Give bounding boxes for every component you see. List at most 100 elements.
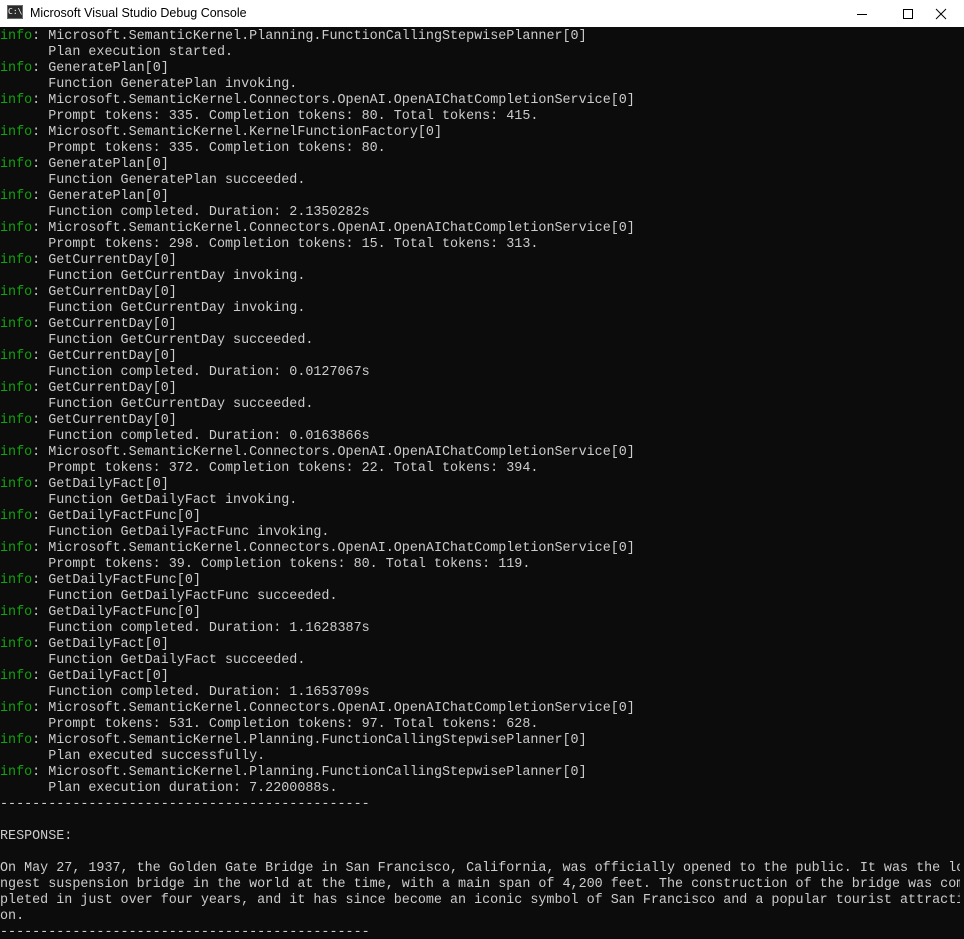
console-output[interactable]: info: Microsoft.SemanticKernel.Planning.… bbox=[0, 27, 964, 939]
log-category: : GetCurrentDay[0] bbox=[32, 253, 177, 268]
log-entry-header: info: Microsoft.SemanticKernel.Connector… bbox=[0, 221, 635, 237]
title-bar[interactable]: C:\ Microsoft Visual Studio Debug Consol… bbox=[0, 0, 964, 27]
log-category: : Microsoft.SemanticKernel.Connectors.Op… bbox=[32, 445, 635, 460]
log-entry-message: Function GetCurrentDay succeeded. bbox=[0, 333, 314, 348]
maximize-icon bbox=[903, 8, 913, 19]
log-category: : GetCurrentDay[0] bbox=[32, 285, 177, 300]
log-level-label: info bbox=[0, 413, 33, 428]
log-level-label: info bbox=[0, 61, 33, 76]
log-category: : GetDailyFactFunc[0] bbox=[32, 573, 201, 588]
log-entry-header: info: GetDailyFact[0] bbox=[0, 669, 169, 685]
log-category: : GetCurrentDay[0] bbox=[32, 317, 177, 332]
log-category: : GetDailyFact[0] bbox=[32, 477, 169, 492]
log-entry-header: info: GetCurrentDay[0] bbox=[0, 381, 177, 397]
log-entry-message: Prompt tokens: 335. Completion tokens: 8… bbox=[0, 141, 386, 156]
log-entry-message: Function completed. Duration: 0.0127067s bbox=[0, 365, 370, 380]
log-entry-message: Plan execution started. bbox=[0, 45, 234, 60]
log-level-label: info bbox=[0, 349, 33, 364]
log-entry-message: Function completed. Duration: 2.1350282s bbox=[0, 205, 370, 220]
log-level-label: info bbox=[0, 669, 33, 684]
log-level-label: info bbox=[0, 157, 33, 172]
log-level-label: info bbox=[0, 221, 33, 236]
log-level-label: info bbox=[0, 445, 33, 460]
minimize-button[interactable] bbox=[839, 0, 885, 27]
log-entry-message: Function GetCurrentDay succeeded. bbox=[0, 397, 314, 412]
log-category: : GetDailyFact[0] bbox=[32, 669, 169, 684]
log-category: : Microsoft.SemanticKernel.Connectors.Op… bbox=[32, 221, 635, 236]
log-entry-header: info: Microsoft.SemanticKernel.Connector… bbox=[0, 701, 635, 717]
console-window: C:\ Microsoft Visual Studio Debug Consol… bbox=[0, 0, 964, 939]
log-level-label: info bbox=[0, 253, 33, 268]
log-category: : GetCurrentDay[0] bbox=[32, 413, 177, 428]
log-entry-header: info: Microsoft.SemanticKernel.Planning.… bbox=[0, 733, 587, 749]
log-category: : Microsoft.SemanticKernel.Connectors.Op… bbox=[32, 701, 635, 716]
log-entry-header: info: GetDailyFact[0] bbox=[0, 637, 169, 653]
log-entry-message: Function GetDailyFactFunc succeeded. bbox=[0, 589, 338, 604]
console-app-icon[interactable]: C:\ bbox=[7, 5, 23, 19]
log-entry-header: info: GetCurrentDay[0] bbox=[0, 317, 177, 333]
log-entry-header: info: GetCurrentDay[0] bbox=[0, 285, 177, 301]
separator-line: ----------------------------------------… bbox=[0, 925, 370, 939]
log-entry-header: info: Microsoft.SemanticKernel.Connector… bbox=[0, 541, 635, 557]
scrollbar[interactable] bbox=[960, 27, 964, 939]
log-level-label: info bbox=[0, 317, 33, 332]
log-entry-message: Function GeneratePlan invoking. bbox=[0, 77, 298, 92]
log-level-label: info bbox=[0, 189, 33, 204]
log-entry-header: info: GetDailyFactFunc[0] bbox=[0, 605, 201, 621]
log-entry-message: Prompt tokens: 39. Completion tokens: 80… bbox=[0, 557, 531, 572]
log-entry-message: Function GetDailyFactFunc invoking. bbox=[0, 525, 330, 540]
log-entry-message: Prompt tokens: 372. Completion tokens: 2… bbox=[0, 461, 539, 476]
log-entry-header: info: GetCurrentDay[0] bbox=[0, 349, 177, 365]
log-entry-message: Function GeneratePlan succeeded. bbox=[0, 173, 306, 188]
log-entry-header: info: GetDailyFact[0] bbox=[0, 477, 169, 493]
log-level-label: info bbox=[0, 477, 33, 492]
log-entry-header: info: GeneratePlan[0] bbox=[0, 157, 169, 173]
log-level-label: info bbox=[0, 605, 33, 620]
log-entry-header: info: Microsoft.SemanticKernel.Connector… bbox=[0, 93, 635, 109]
log-entry-header: info: Microsoft.SemanticKernel.KernelFun… bbox=[0, 125, 442, 141]
log-entry-message: Function completed. Duration: 1.1653709s bbox=[0, 685, 370, 700]
log-entry-message: Prompt tokens: 335. Completion tokens: 8… bbox=[0, 109, 539, 124]
close-button[interactable] bbox=[918, 0, 964, 27]
log-entry-message: Function GetDailyFact succeeded. bbox=[0, 653, 306, 668]
response-text-line: ngest suspension bridge in the world at … bbox=[0, 877, 964, 892]
log-category: : Microsoft.SemanticKernel.KernelFunctio… bbox=[32, 125, 442, 140]
log-category: : GeneratePlan[0] bbox=[32, 157, 169, 172]
log-category: : GeneratePlan[0] bbox=[32, 61, 169, 76]
log-entry-header: info: Microsoft.SemanticKernel.Connector… bbox=[0, 445, 635, 461]
response-header: RESPONSE: bbox=[0, 829, 73, 844]
log-level-label: info bbox=[0, 765, 33, 780]
log-entry-header: info: GetDailyFactFunc[0] bbox=[0, 573, 201, 589]
log-entry-header: info: GeneratePlan[0] bbox=[0, 61, 169, 77]
minimize-icon bbox=[857, 13, 867, 15]
log-category: : Microsoft.SemanticKernel.Connectors.Op… bbox=[32, 93, 635, 108]
response-text-line: pleted in just over four years, and it h… bbox=[0, 893, 964, 908]
log-entry-header: info: GeneratePlan[0] bbox=[0, 189, 169, 205]
log-entry-message: Prompt tokens: 298. Completion tokens: 1… bbox=[0, 237, 539, 252]
log-entry-header: info: Microsoft.SemanticKernel.Planning.… bbox=[0, 29, 587, 45]
log-entry-header: info: GetDailyFactFunc[0] bbox=[0, 509, 201, 525]
log-level-label: info bbox=[0, 93, 33, 108]
log-category: : GetDailyFactFunc[0] bbox=[32, 605, 201, 620]
log-entry-message: Function completed. Duration: 0.0163866s bbox=[0, 429, 370, 444]
log-entry-message: Function GetDailyFact invoking. bbox=[0, 493, 298, 508]
log-level-label: info bbox=[0, 509, 33, 524]
log-entry-message: Function GetCurrentDay invoking. bbox=[0, 301, 306, 316]
log-level-label: info bbox=[0, 285, 33, 300]
log-level-label: info bbox=[0, 701, 33, 716]
log-level-label: info bbox=[0, 541, 33, 556]
log-category: : Microsoft.SemanticKernel.Connectors.Op… bbox=[32, 541, 635, 556]
log-entry-message: Function GetCurrentDay invoking. bbox=[0, 269, 306, 284]
log-entry-message: Plan executed successfully. bbox=[0, 749, 266, 764]
log-category: : Microsoft.SemanticKernel.Planning.Func… bbox=[32, 733, 587, 748]
log-entry-header: info: GetCurrentDay[0] bbox=[0, 253, 177, 269]
log-entry-header: info: Microsoft.SemanticKernel.Planning.… bbox=[0, 765, 587, 781]
log-category: : GetCurrentDay[0] bbox=[32, 381, 177, 396]
log-category: : Microsoft.SemanticKernel.Planning.Func… bbox=[32, 29, 587, 44]
log-level-label: info bbox=[0, 381, 33, 396]
log-category: : Microsoft.SemanticKernel.Planning.Func… bbox=[32, 765, 587, 780]
separator-line: ----------------------------------------… bbox=[0, 797, 370, 812]
log-category: : GeneratePlan[0] bbox=[32, 189, 169, 204]
log-level-label: info bbox=[0, 125, 33, 140]
log-entry-header: info: GetCurrentDay[0] bbox=[0, 413, 177, 429]
